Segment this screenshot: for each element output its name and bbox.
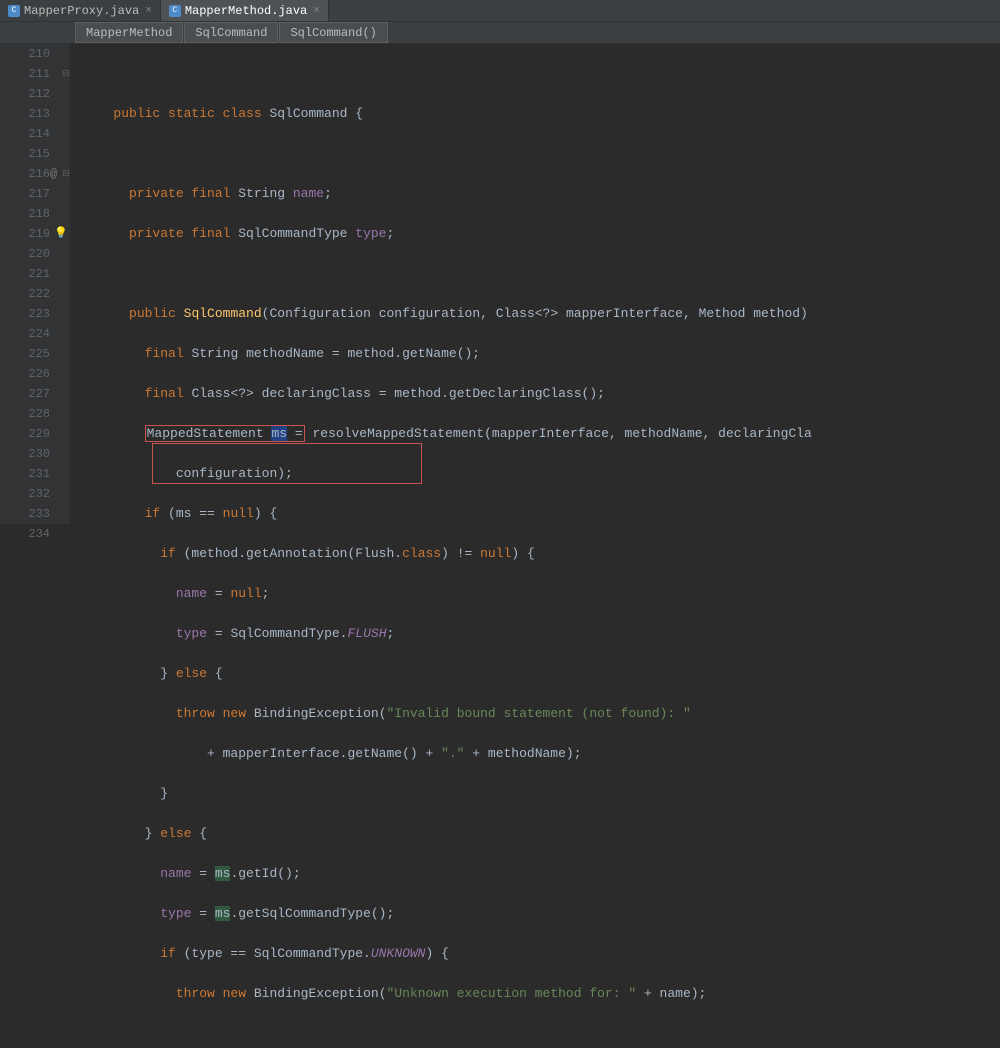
line-number: 219💡: [0, 224, 50, 244]
code-area[interactable]: public static class SqlCommand { private…: [70, 44, 1000, 524]
close-icon[interactable]: ×: [313, 5, 320, 17]
line-number: 217: [0, 184, 50, 204]
line-number: 210: [0, 44, 50, 64]
line-number: 221: [0, 264, 50, 284]
line-number: 232: [0, 484, 50, 504]
intention-bulb-icon[interactable]: 💡: [54, 224, 68, 244]
line-number: 212: [0, 84, 50, 104]
close-icon[interactable]: ×: [145, 5, 152, 17]
line-number: 226: [0, 364, 50, 384]
line-number: 227: [0, 384, 50, 404]
line-number: 214: [0, 124, 50, 144]
line-number: 222: [0, 284, 50, 304]
breadcrumb: MapperMethod SqlCommand SqlCommand(): [0, 22, 1000, 44]
line-number: 220: [0, 244, 50, 264]
line-number: 215: [0, 144, 50, 164]
line-number: 213: [0, 104, 50, 124]
tab-label: MapperProxy.java: [24, 4, 139, 18]
breadcrumb-method[interactable]: SqlCommand(): [279, 22, 387, 43]
line-number: 229: [0, 424, 50, 444]
fold-icon[interactable]: ⊟: [62, 64, 70, 84]
tab-label: MapperMethod.java: [185, 4, 307, 18]
line-number: 216@⊟: [0, 164, 50, 184]
tab-mappermethod[interactable]: C MapperMethod.java ×: [161, 0, 329, 21]
editor-tabs: C MapperProxy.java × C MapperMethod.java…: [0, 0, 1000, 22]
line-number: 225: [0, 344, 50, 364]
line-number: 211⊟: [0, 64, 50, 84]
line-number: 231: [0, 464, 50, 484]
line-number: 234: [0, 524, 50, 544]
fold-icon[interactable]: ⊟: [62, 164, 70, 184]
code-editor[interactable]: 210211⊟212213214215216@⊟217218219💡220221…: [0, 44, 1000, 524]
line-number: 224: [0, 324, 50, 344]
java-class-icon: C: [8, 5, 20, 17]
line-number: 223: [0, 304, 50, 324]
gutter: 210211⊟212213214215216@⊟217218219💡220221…: [0, 44, 70, 524]
line-number: 230: [0, 444, 50, 464]
override-icon: @: [50, 164, 57, 184]
line-number: 233: [0, 504, 50, 524]
tab-mapperproxy[interactable]: C MapperProxy.java ×: [0, 0, 161, 21]
line-number: 228: [0, 404, 50, 424]
line-number: 218: [0, 204, 50, 224]
breadcrumb-inner-class[interactable]: SqlCommand: [184, 22, 278, 43]
breadcrumb-class[interactable]: MapperMethod: [75, 22, 183, 43]
java-class-icon: C: [169, 5, 181, 17]
highlight-box-1: MappedStatement ms =: [145, 425, 305, 442]
